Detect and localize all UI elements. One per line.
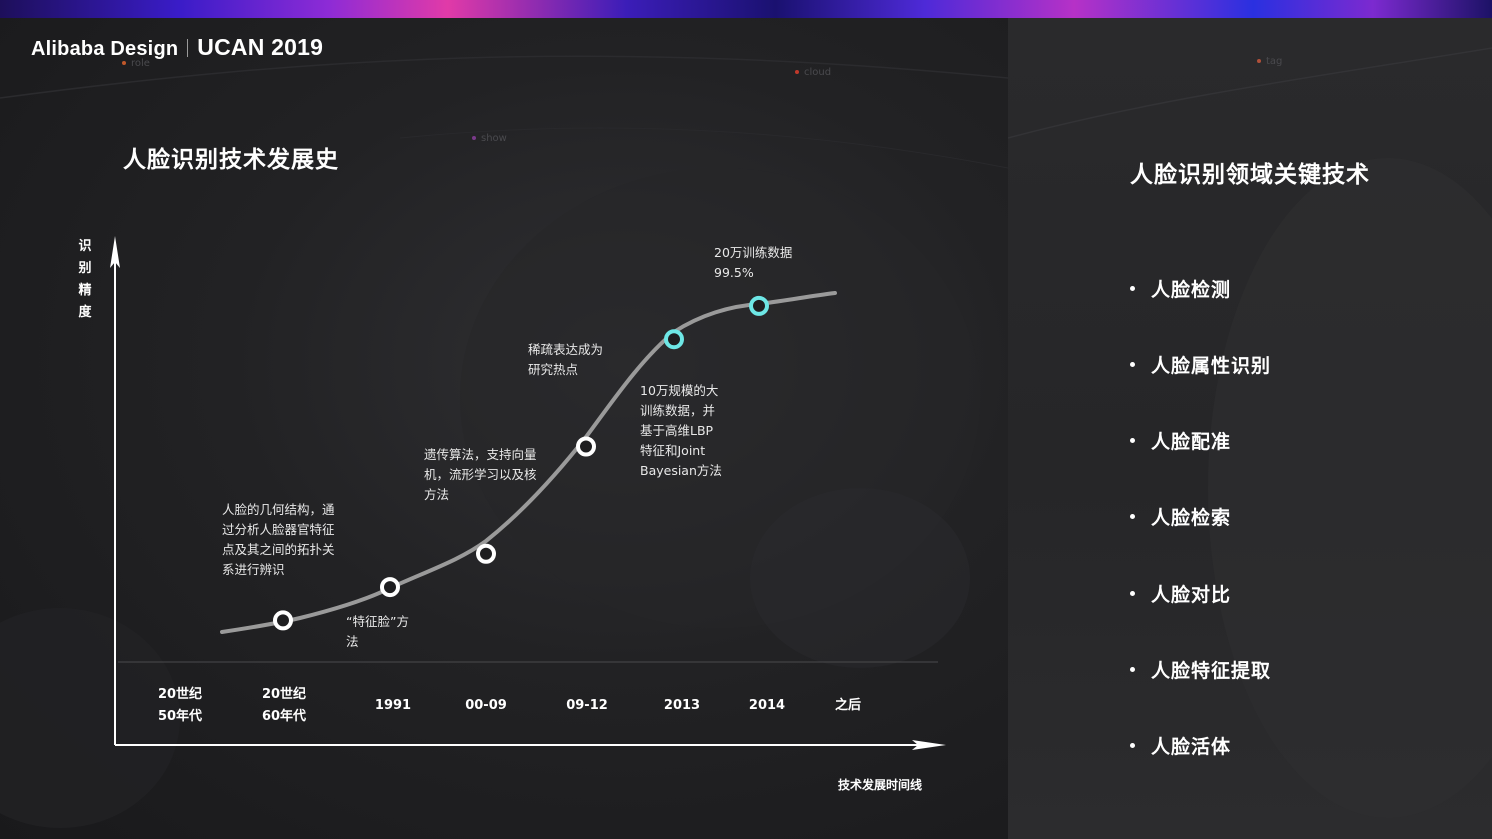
tech-item-comparison: 人脸对比 xyxy=(1130,580,1231,607)
milestone-marker xyxy=(476,543,496,564)
bullet-dot xyxy=(1130,514,1135,519)
milestone-marker xyxy=(380,577,400,598)
bullet-dot xyxy=(1130,591,1135,596)
tech-item-detection: 人脸检测 xyxy=(1130,275,1231,302)
decor-dot xyxy=(1257,59,1261,63)
bullet-dot xyxy=(1130,743,1135,748)
timeline-tick: 00-09 xyxy=(465,698,507,713)
timeline-tick: 1991 xyxy=(374,698,412,713)
timeline-tick: 2013 xyxy=(663,698,701,713)
annotation-sparse: 稀疏表达成为 研究热点 xyxy=(528,342,604,377)
tech-item-feature-extraction: 人脸特征提取 xyxy=(1130,656,1271,683)
right-background-decoration xyxy=(1008,47,1492,818)
timeline-tick: 20世纪 60年代 xyxy=(261,687,307,724)
timeline-tick: 09-12 xyxy=(566,698,608,713)
annotation-geometry: 人脸的几何结构，通 过分析人脸器官特征 点及其之间的拓扑关 系进行辨识 xyxy=(222,502,335,577)
timeline-tick: 20世纪 50年代 xyxy=(157,687,203,724)
decor-label-tag: tag xyxy=(1257,56,1282,67)
key-tech-title: 人脸识别领域关键技术 xyxy=(1130,162,1370,188)
milestone-marker xyxy=(749,295,769,316)
milestone-marker xyxy=(576,436,596,457)
tech-item-alignment: 人脸配准 xyxy=(1130,427,1231,454)
annotation-200k: 20万训练数据 99.5% xyxy=(714,245,793,280)
x-axis-label: 技术发展时间线 xyxy=(838,778,923,792)
bullet-dot xyxy=(1130,362,1135,367)
milestone-marker xyxy=(273,610,293,631)
tech-item-liveness: 人脸活体 xyxy=(1130,732,1231,759)
timeline-tick: 2014 xyxy=(748,698,786,713)
bullet-dot xyxy=(1130,286,1135,291)
milestone-marker xyxy=(664,329,684,350)
bullet-dot xyxy=(1130,667,1135,672)
annotation-svm: 遗传算法，支持向量 机，流形学习以及核 方法 xyxy=(424,447,537,502)
annotation-eigenface: “特征脸”方法 xyxy=(346,614,409,649)
bullet-dot xyxy=(1130,438,1135,443)
tech-item-retrieval: 人脸检索 xyxy=(1130,503,1231,530)
timeline-tick: 之后 xyxy=(834,698,861,713)
tech-item-attribute: 人脸属性识别 xyxy=(1130,351,1271,378)
annotation-lbp: 10万规模的大 训练数据，并 基于高维LBP 特征和Joint Bayesian方法 xyxy=(640,383,722,478)
right-panel xyxy=(1008,18,1492,839)
